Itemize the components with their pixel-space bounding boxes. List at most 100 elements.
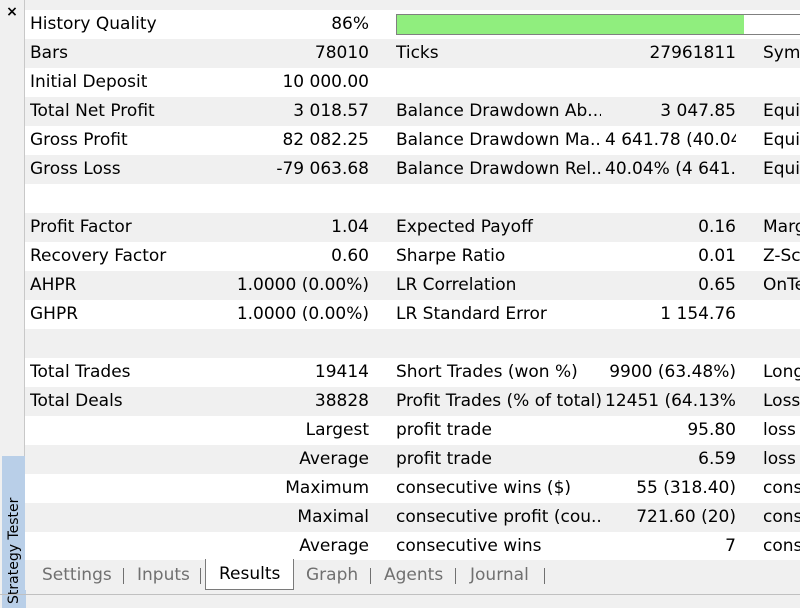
stat-cell-c4 [605,329,736,358]
stat-cell-c3 [396,184,601,213]
stat-cell-c4: 27961811 [649,43,736,63]
stat-cell-c2: 1.04 [331,217,369,237]
stat-cell-c5 [763,184,800,213]
tab-separator [544,568,545,584]
stat-cell-c5: loss t [763,420,800,440]
stat-cell-c3: profit trade [396,449,492,469]
tab-journal[interactable]: Journal [470,560,529,590]
tester-tabs: Settings Inputs Results Graph Agents Jou… [25,559,800,590]
stat-cell-c3: Ticks [396,43,439,63]
stat-cell-c3: Short Trades (won %) [396,362,578,382]
stat-cell-c3: Balance Drawdown Ab... [396,101,601,121]
stat-cell-c3: LR Correlation [396,275,517,295]
stat-row: Profit Factor1.04Expected Payoff0.16Marg [25,213,800,242]
stat-cell-c2: 1.0000 (0.00%) [236,304,369,324]
stat-row: Average consecutive wins 7 cons [25,532,800,560]
stat-cell-c4: 0.01 [698,246,736,266]
stat-row: Total Trades 19414 Short Trades (won %) 990… [25,358,800,387]
stat-cell-c3: Sharpe Ratio [396,246,506,266]
stat-cell-c3: profit trade [396,420,492,440]
stat-cell-c3: consecutive profit (cou... [396,507,601,527]
tab-results[interactable]: Results [205,559,295,590]
tab-separator [370,568,371,584]
history-quality-value: 86% [331,14,369,34]
stat-row: Gross Loss -79 063.68 Balance Drawdown Rel… [25,155,800,184]
stat-cell-c2 [125,329,369,358]
stat-cell-c5: loss t [763,449,800,469]
stat-cell-c4: 40.04% (4 641.... [605,159,736,179]
history-quality-row: History Quality 86% [25,10,800,39]
stat-cell-c2: 38828 [314,391,369,411]
stat-row: AHPR 1.0000 (0.00%) LR Correlation 0.65 OnTe [25,271,800,300]
stat-cell-c2: Largest [305,420,369,440]
stat-cell-c4: 9900 (63.48%) [609,362,736,382]
stat-cell-c4 [605,68,736,97]
stat-cell-c4: 1 154.76 [660,304,736,324]
stat-cell-c4 [605,184,736,213]
tab-separator [123,568,124,584]
stat-cell-c5: Equit [763,159,800,179]
stat-cell-c4: 0.16 [698,217,736,237]
stat-row: Total Deals 38828 Profit Trades (% of tota… [25,387,800,416]
stat-cell-c5: cons [763,536,800,556]
tab-separator [200,568,201,584]
stat-cell-c2: 3 018.57 [293,101,369,121]
stat-row: Total Net Profit 3 018.57 Balance Drawdown… [25,97,800,126]
stat-cell-c3: Balance Drawdown Ma... [396,130,601,150]
stat-cell-c2: -79 063.68 [276,159,369,179]
stat-cell-c3 [396,68,601,97]
stat-cell-c2 [125,184,369,213]
stat-cell-c3: consecutive wins ($) [396,478,572,498]
stat-cell-c5: Long [763,362,800,382]
stat-row: Average profit trade 6.59 loss t [25,445,800,474]
strategy-tester-side-panel: × Strategy Tester [0,0,26,608]
stat-cell-c3: Expected Payoff [396,217,533,237]
stat-cell-c2: 10 000.00 [282,72,369,92]
bottom-border [0,594,800,595]
stat-row: Largest profit trade 95.80 loss t [25,416,800,445]
stat-cell-c3 [396,329,601,358]
close-icon[interactable]: × [4,4,20,20]
stat-cell-c2: Average [299,536,369,556]
stat-row: GHPR 1.0000 (0.00%) LR Standard Error 1 154… [25,300,800,329]
stat-cell-c2: 19414 [314,362,369,382]
history-quality-fill [397,15,745,34]
tab-separator [455,568,456,584]
stat-cell-c2: Average [299,449,369,469]
stat-cell-c3: Balance Drawdown Rel... [396,159,601,179]
stat-cell-c4: 721.60 (20) [636,507,736,527]
tab-graph[interactable]: Graph [306,560,358,590]
results-grid: History Quality 86% Bars 78010 Ticks 279618… [25,10,800,560]
stat-row: Recovery Factor 0.60 Sharpe Ratio 0.01 Z-Sc [25,242,800,271]
stat-cell-c5: cons [763,507,800,527]
stat-cell-c2: 0.60 [331,246,369,266]
stat-cell-c5: Marg [763,217,800,237]
stat-row: Maximum consecutive wins ($) 55 (318.40) co… [25,474,800,503]
tab-inputs[interactable]: Inputs [137,560,190,590]
stat-row: Maximal consecutive profit (cou... 721.60 … [25,503,800,532]
stat-cell-c5: Symb [763,43,800,63]
stat-cell-c4: 4 641.78 (40.04... [605,130,736,150]
stat-cell-c4: 95.80 [687,420,736,440]
stat-cell-c4: 7 [725,536,736,556]
stat-cell-c2: Maximal [297,507,369,527]
stat-cell-c5: cons [763,478,800,498]
stat-row: Gross Profit 82 082.25 Balance Drawdown Ma… [25,126,800,155]
stat-cell-c5 [763,329,800,358]
stat-cell-c3: Profit Trades (% of total) [396,391,601,411]
history-quality-bar [396,14,800,35]
stat-row: Bars78010Ticks27961811Symb [25,39,800,68]
stat-cell-c4: 0.65 [698,275,736,295]
stat-row [25,329,800,358]
stat-cell-c5 [763,300,800,329]
tab-agents[interactable]: Agents [384,560,443,590]
stat-cell-c5: Equit [763,101,800,121]
tab-settings[interactable]: Settings [42,560,112,590]
stat-cell-c2: 78010 [314,43,369,63]
stat-cell-c5: Equit [763,130,800,150]
stat-cell-c5 [763,68,800,97]
stat-cell-c4: 6.59 [698,449,736,469]
stat-row [25,184,800,213]
panel-title: Strategy Tester [2,456,26,608]
stat-cell-c4: 3 047.85 [660,101,736,121]
